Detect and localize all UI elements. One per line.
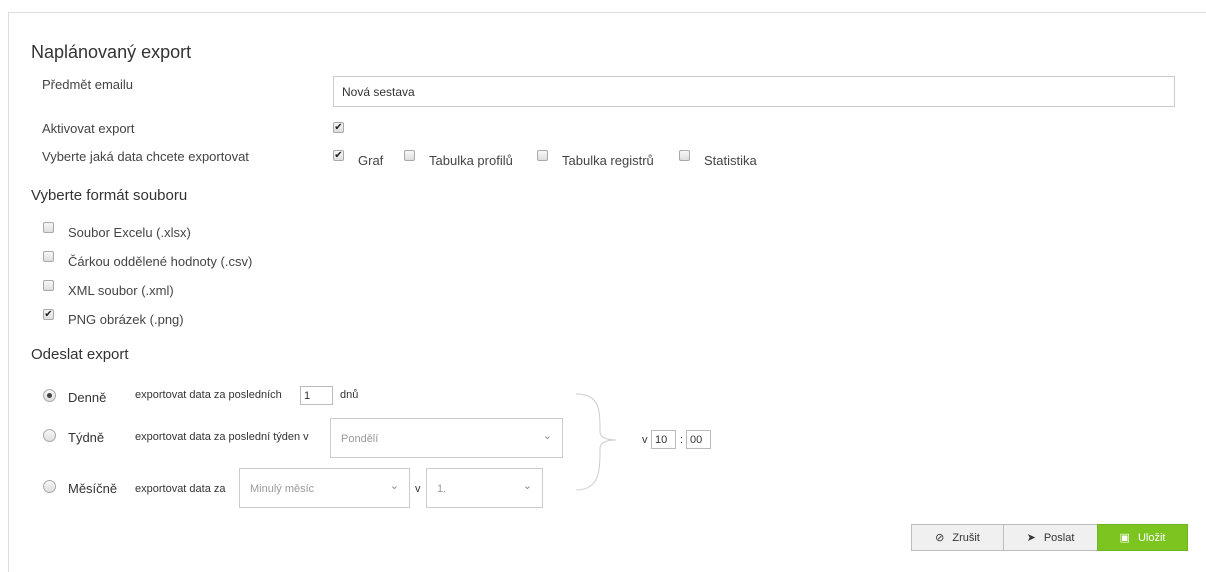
send-button-label: Poslat	[1043, 531, 1075, 544]
monthly-day-select[interactable]: 1. ⌄	[426, 468, 543, 508]
csv-label: Čárkou oddělené hodnoty (.csv)	[68, 254, 253, 269]
weekly-text: exportovat data za poslední týden v	[135, 431, 309, 443]
floppy-disk-icon: ▣	[1119, 532, 1130, 544]
time-prefix: v	[642, 434, 648, 446]
send-button[interactable]: ➤ Poslat	[1004, 524, 1098, 551]
cancel-button-label: Zrušit	[952, 531, 980, 544]
radio-selected-dot	[47, 393, 52, 398]
save-button[interactable]: ▣ Uložit	[1097, 524, 1188, 551]
weekly-radio[interactable]	[43, 429, 56, 442]
xml-label: XML soubor (.xml)	[68, 283, 174, 298]
graf-label: Graf	[358, 153, 384, 168]
xlsx-label: Soubor Excelu (.xlsx)	[68, 225, 191, 240]
graf-checkbox[interactable]: ✔	[333, 150, 344, 161]
email-subject-input[interactable]	[333, 76, 1175, 107]
monthly-period-select[interactable]: Minulý měsíc ⌄	[239, 468, 410, 508]
file-format-title: Vyberte formát souboru	[31, 187, 188, 204]
weekly-day-select[interactable]: Pondělí ⌄	[330, 418, 563, 458]
csv-checkbox[interactable]	[43, 251, 54, 262]
data-select-label: Vyberte jaká data chcete exportovat	[42, 149, 249, 164]
profile-table-label: Tabulka profilů	[429, 153, 513, 168]
daily-text: exportovat data za posledních	[135, 389, 282, 401]
statistics-checkbox[interactable]	[679, 150, 690, 161]
page-title: Naplánovaný export	[31, 42, 192, 62]
activate-export-label: Aktivovat export	[42, 121, 135, 136]
save-button-label: Uložit	[1137, 531, 1166, 544]
daily-unit: dnů	[340, 389, 359, 401]
chevron-down-icon: ⌄	[522, 480, 532, 492]
time-minutes-input[interactable]: 00	[686, 430, 711, 449]
png-checkbox[interactable]: ✔	[43, 309, 54, 320]
daily-radio[interactable]	[43, 389, 56, 402]
monthly-period-value: Minulý měsíc	[250, 483, 315, 495]
cancel-button[interactable]: ⊘ Zrušit	[911, 524, 1004, 551]
png-label: PNG obrázek (.png)	[68, 312, 184, 327]
monthly-label: Měsíčně	[68, 481, 118, 496]
xml-checkbox[interactable]	[43, 280, 54, 291]
brace-decoration	[575, 393, 617, 491]
weekly-label: Týdně	[68, 430, 105, 445]
send-export-title: Odeslat export	[31, 346, 129, 363]
registry-table-label: Tabulka registrů	[562, 153, 654, 168]
chevron-down-icon: ⌄	[389, 480, 399, 492]
statistics-label: Statistika	[704, 153, 757, 168]
activate-export-checkbox[interactable]: ✔	[333, 122, 344, 133]
monthly-radio[interactable]	[43, 480, 56, 493]
profile-table-checkbox[interactable]	[404, 150, 415, 161]
daily-days-input[interactable]: 1	[300, 386, 333, 405]
monthly-day-value: 1.	[437, 483, 447, 495]
paper-plane-icon: ➤	[1026, 532, 1036, 544]
xlsx-checkbox[interactable]	[43, 222, 54, 233]
time-hours-input[interactable]: 10	[651, 430, 676, 449]
registry-table-checkbox[interactable]	[537, 150, 548, 161]
time-separator: :	[680, 434, 684, 446]
chevron-down-icon: ⌄	[542, 430, 552, 442]
daily-label: Denně	[68, 390, 107, 405]
monthly-v-label: v	[415, 483, 421, 495]
email-subject-label: Předmět emailu	[42, 77, 134, 92]
cancel-circle-icon: ⊘	[935, 532, 945, 544]
monthly-text: exportovat data za	[135, 483, 226, 495]
weekly-day-value: Pondělí	[341, 433, 379, 445]
